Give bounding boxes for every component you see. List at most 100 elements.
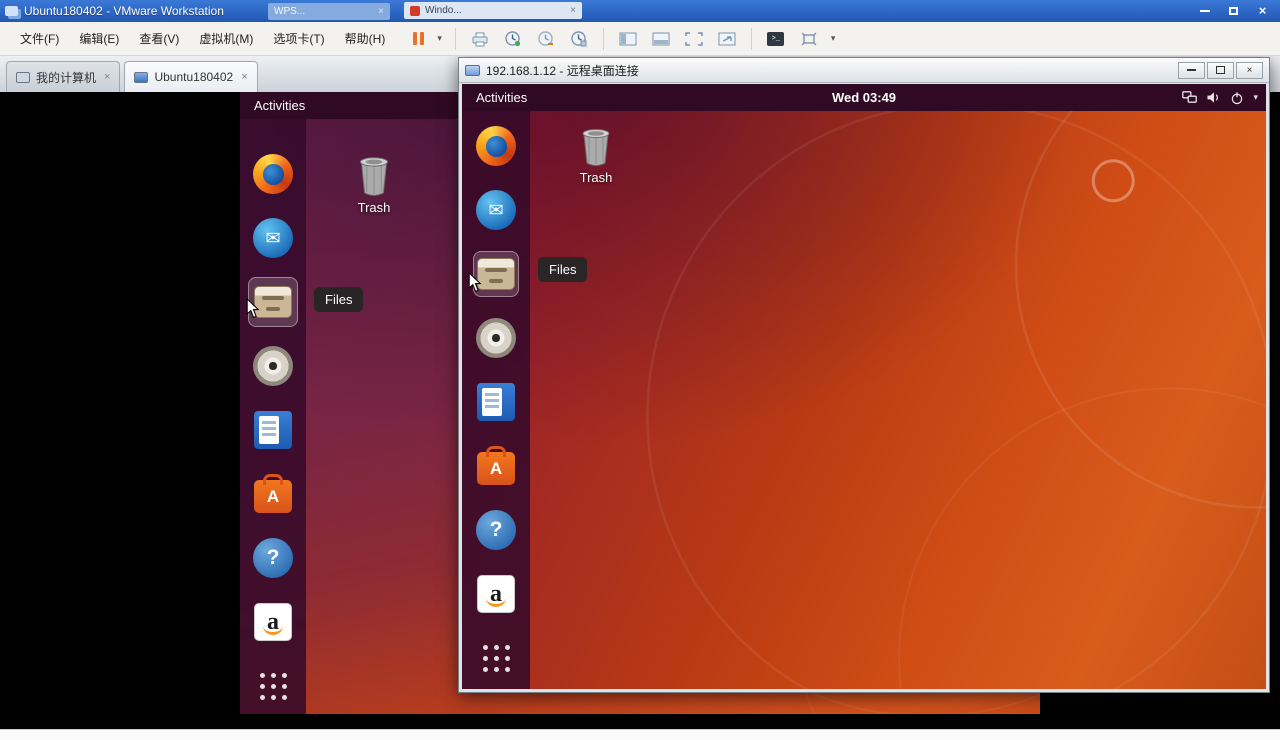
unity-mode-button[interactable] — [714, 26, 740, 52]
close-button[interactable]: × — [1248, 1, 1277, 20]
vm-screen-icon — [134, 71, 149, 83]
show-library-button[interactable] — [615, 26, 641, 52]
trash-label: Trash — [357, 200, 391, 215]
dock-item-rhythmbox[interactable] — [473, 315, 519, 361]
tab-ubuntu180402[interactable]: Ubuntu180402 × — [124, 61, 258, 92]
tab-my-computer[interactable]: 我的计算机 × — [6, 61, 121, 92]
close-icon[interactable]: × — [241, 71, 247, 83]
help-icon: ? — [253, 538, 293, 578]
mouse-cursor — [246, 298, 260, 319]
help-icon: ? — [476, 510, 516, 550]
dock-item-firefox[interactable] — [473, 123, 519, 169]
dock-item-show-applications[interactable] — [248, 661, 298, 711]
libreoffice-writer-icon — [254, 411, 292, 449]
snapshot-clock-icon — [505, 31, 521, 47]
take-snapshot-button[interactable] — [500, 26, 526, 52]
rdp-window[interactable]: 192.168.1.12 - 远程桌面连接 × Activities Wed 0… — [458, 57, 1270, 693]
files-tooltip: Files — [314, 287, 364, 312]
revert-snapshot-button[interactable] — [533, 26, 559, 52]
console-view-button[interactable]: >_ — [763, 26, 789, 52]
dock-item-help[interactable]: ? — [473, 507, 519, 553]
vmware-logo-icon — [5, 6, 18, 16]
close-icon[interactable]: × — [378, 6, 384, 17]
gnome-dock: ✉ A ? a — [462, 111, 530, 689]
dock-item-thunderbird[interactable]: ✉ — [248, 213, 298, 263]
dock-item-libreoffice-writer[interactable] — [473, 379, 519, 425]
minimize-button[interactable] — [1190, 1, 1219, 20]
trash-desktop-icon[interactable]: Trash — [565, 124, 627, 185]
dock-item-ubuntu-software[interactable]: A — [248, 469, 298, 519]
gnome-top-bar: Activities Wed 03:49 ▾ — [462, 84, 1266, 111]
minimize-button[interactable] — [1178, 61, 1205, 79]
close-icon[interactable]: × — [570, 5, 576, 16]
tab-label: Ubuntu180402 — [154, 70, 234, 84]
app-grid-icon — [482, 644, 510, 672]
dock-item-help[interactable]: ? — [248, 533, 298, 583]
background-window-tab-1[interactable]: WPS... × — [268, 3, 390, 20]
window-title: Ubuntu180402 - VMware Workstation — [24, 4, 224, 18]
menu-vm[interactable]: 虚拟机(M) — [189, 25, 263, 52]
console-icon: >_ — [767, 31, 785, 46]
show-thumbnail-bar-button[interactable] — [648, 26, 674, 52]
menu-edit[interactable]: 编辑(E) — [69, 25, 129, 52]
dock-item-firefox[interactable] — [248, 149, 298, 199]
activities-button[interactable]: Activities — [462, 84, 541, 111]
fullscreen-button[interactable] — [681, 26, 707, 52]
vmware-window: Ubuntu180402 - VMware Workstation WPS...… — [0, 0, 1280, 740]
dock-item-thunderbird[interactable]: ✉ — [473, 187, 519, 233]
remote-desktop-icon — [465, 64, 480, 76]
panel-bottom-icon — [652, 32, 670, 45]
power-dropdown-icon[interactable]: ▾ — [435, 33, 444, 44]
dock-item-show-applications[interactable] — [473, 635, 519, 681]
menu-tabs[interactable]: 选项卡(T) — [263, 25, 334, 52]
rhythmbox-icon — [253, 346, 293, 386]
tab-label: 我的计算机 — [36, 70, 97, 85]
manage-snapshots-button[interactable] — [566, 26, 592, 52]
firefox-icon — [476, 126, 516, 166]
thunderbird-icon: ✉ — [253, 218, 293, 258]
trash-label: Trash — [579, 170, 613, 185]
background-tab-label: WPS... — [274, 6, 306, 17]
unity-icon — [718, 32, 736, 45]
dock-item-rhythmbox[interactable] — [248, 341, 298, 391]
thunderbird-icon: ✉ — [476, 190, 516, 230]
vmware-titlebar: Ubuntu180402 - VMware Workstation WPS...… — [0, 0, 1280, 22]
manage-snapshots-icon — [571, 31, 587, 47]
computer-icon — [16, 71, 30, 83]
suspend-button[interactable] — [409, 29, 428, 48]
app-grid-icon — [259, 672, 287, 700]
vmware-menubar: 文件(F) 编辑(E) 查看(V) 虚拟机(M) 选项卡(T) 帮助(H) ▾ — [0, 22, 1280, 56]
fit-guest-button[interactable] — [796, 26, 822, 52]
activities-button[interactable]: Activities — [240, 92, 319, 119]
restore-button[interactable] — [1219, 1, 1248, 20]
menu-help[interactable]: 帮助(H) — [335, 25, 396, 52]
close-icon[interactable]: × — [104, 71, 110, 83]
firefox-icon — [253, 154, 293, 194]
send-ctrl-alt-del-button[interactable] — [467, 26, 493, 52]
rdp-titlebar[interactable]: 192.168.1.12 - 远程桌面连接 × — [459, 58, 1269, 83]
trash-desktop-icon[interactable]: Trash — [339, 152, 409, 215]
dock-item-ubuntu-software[interactable]: A — [473, 443, 519, 489]
revert-clock-icon — [538, 31, 554, 46]
rdp-window-title: 192.168.1.12 - 远程桌面连接 — [486, 63, 639, 78]
device-icon — [472, 32, 488, 46]
dock-item-amazon[interactable]: a — [248, 597, 298, 647]
dock-item-libreoffice-writer[interactable] — [248, 405, 298, 455]
maximize-button[interactable] — [1207, 61, 1234, 79]
dock-item-amazon[interactable]: a — [473, 571, 519, 617]
power-icon — [1232, 91, 1243, 104]
close-button[interactable]: × — [1236, 61, 1263, 79]
mouse-cursor — [468, 272, 482, 293]
menu-file[interactable]: 文件(F) — [10, 25, 69, 52]
clock[interactable]: Wed 03:49 — [832, 90, 896, 105]
ubuntu-desktop-remote[interactable]: Activities Wed 03:49 ▾ ✉ A ? a Trash Fil… — [462, 84, 1266, 689]
background-tab-label: Windo... — [425, 5, 462, 16]
background-window-tab-2[interactable]: Windo... × — [404, 2, 582, 19]
system-tray[interactable]: ▾ — [1182, 84, 1258, 111]
menu-view[interactable]: 查看(V) — [129, 25, 189, 52]
fit-dropdown-icon[interactable]: ▾ — [829, 33, 838, 44]
fullscreen-icon — [685, 31, 703, 46]
panel-left-icon — [619, 32, 637, 45]
vmware-toolbar: ▾ >_ ▾ — [409, 26, 837, 52]
libreoffice-writer-icon — [477, 383, 515, 421]
